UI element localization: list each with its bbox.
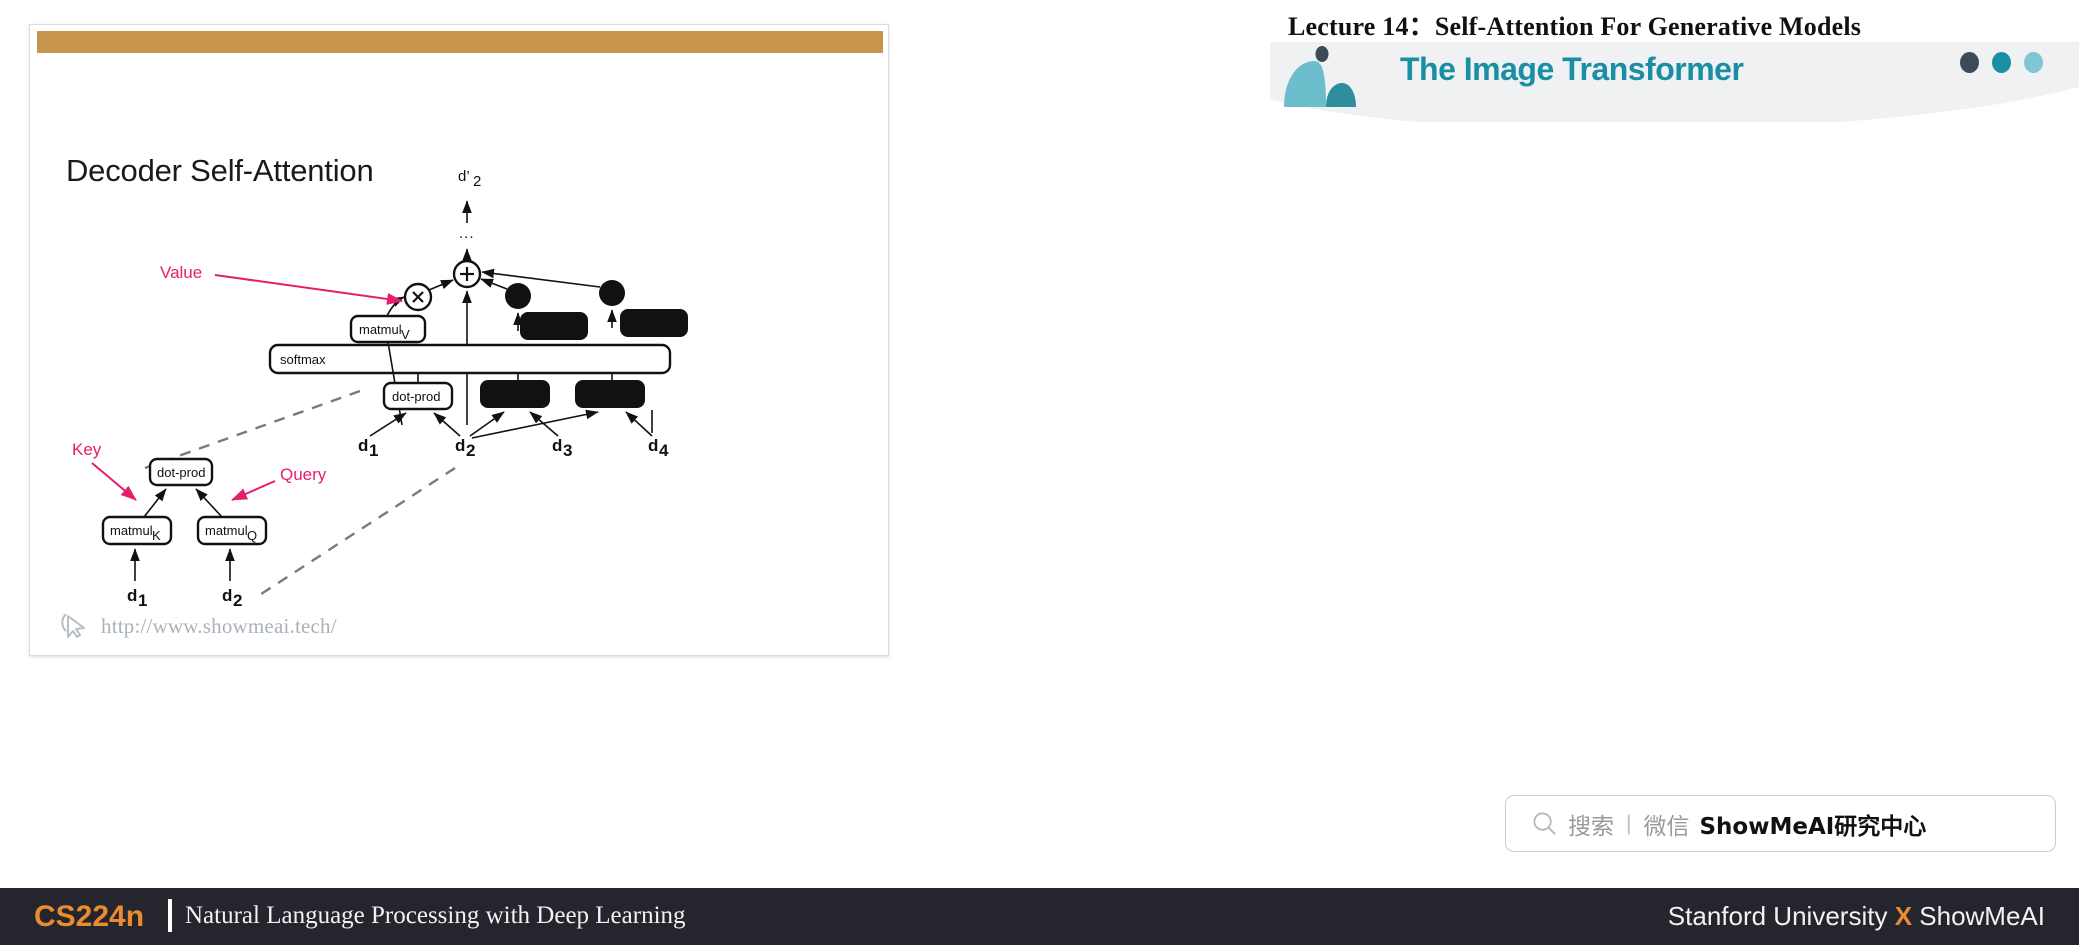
- black-box-lower-2: [575, 380, 645, 408]
- input-label-d3: d: [552, 436, 562, 455]
- input-sub-d4: 4: [659, 441, 669, 460]
- softmax-label: softmax: [280, 352, 326, 367]
- wechat-search-box[interactable]: 搜索 | 微信 ShowMeAI研究中心: [1505, 795, 2056, 852]
- output-label: d’: [458, 168, 470, 185]
- matmulk-label: matmul: [110, 523, 153, 538]
- search-placeholder: 搜索: [1568, 813, 1614, 840]
- softmax-box: [268, 343, 672, 375]
- slide-page: Decoder Self-Attention d’ 2 ... matmul V…: [0, 0, 2079, 945]
- header-dots: [1960, 52, 2043, 73]
- search-separator: |: [1626, 811, 1632, 835]
- annotation-value: Value: [160, 263, 202, 282]
- slide-content: Decoder Self-Attention d’ 2 ... matmul V…: [30, 53, 888, 655]
- lecture-title: Lecture 14：Self-Attention For Generative…: [1288, 12, 1862, 41]
- dotprod-label-detail: dot-prod: [157, 465, 205, 480]
- brand-title: The Image Transformer: [1400, 51, 1744, 87]
- footer-x: X: [1894, 901, 1913, 931]
- ellipsis-top: ...: [459, 225, 475, 242]
- dotprod-label-main: dot-prod: [392, 389, 440, 404]
- footer-divider: [168, 899, 172, 932]
- matmulq-label: matmul: [205, 523, 248, 538]
- decoder-self-attention-diagram: d’ 2 ... matmul V softmax dot-prod d 1 d…: [72, 168, 688, 610]
- black-box-upper-2: [620, 309, 688, 337]
- matmulv-label: matmul: [359, 322, 402, 337]
- detail-input-label-d1: d: [127, 586, 137, 605]
- dot-2: [1992, 52, 2011, 73]
- footer-course-name: Natural Language Processing with Deep Le…: [185, 902, 686, 929]
- slide-card: Decoder Self-Attention d’ 2 ... matmul V…: [29, 24, 889, 656]
- detail-input-label-d2: d: [222, 586, 232, 605]
- footer-attribution: Stanford University X ShowMeAI: [1668, 901, 2045, 932]
- detail-input-sub-d1: 1: [138, 591, 147, 610]
- matmulk-subscript: K: [152, 528, 161, 543]
- slide-url-text: http://www.showmeai.tech/: [101, 613, 337, 638]
- footer-university: Stanford University: [1667, 901, 1888, 931]
- input-sub-d1: 1: [369, 441, 378, 460]
- input-sub-d2: 2: [466, 441, 475, 460]
- matmulv-subscript: V: [401, 327, 410, 342]
- search-brand: ShowMeAI研究中心: [1699, 813, 1927, 840]
- matmulq-subscript: Q: [247, 528, 257, 543]
- search-channel: 微信: [1643, 813, 1690, 840]
- black-box-upper-1: [520, 312, 588, 340]
- mouse-pointer-icon: [61, 613, 85, 638]
- slide-accent-bar: [37, 31, 883, 53]
- input-label-d4: d: [648, 436, 658, 455]
- dot-3: [2024, 52, 2043, 73]
- search-icon: [1533, 812, 1556, 835]
- input-label-d2: d: [455, 436, 465, 455]
- output-subscript: 2: [473, 173, 481, 190]
- dot-1: [1960, 52, 1979, 73]
- footer-partner: ShowMeAI: [1919, 901, 2045, 931]
- image-transformer-logo-icon: [1284, 46, 1356, 107]
- input-sub-d3: 3: [563, 441, 572, 460]
- footer-course-code: CS224n: [34, 900, 145, 933]
- slide-url-row: http://www.showmeai.tech/: [60, 611, 337, 641]
- footer-bar: CS224n Natural Language Processing with …: [0, 888, 2079, 945]
- input-label-d1: d: [358, 436, 368, 455]
- detail-input-sub-d2: 2: [233, 591, 242, 610]
- annotation-key: Key: [72, 440, 102, 459]
- black-box-lower-1: [480, 380, 550, 408]
- annotation-query: Query: [280, 465, 327, 484]
